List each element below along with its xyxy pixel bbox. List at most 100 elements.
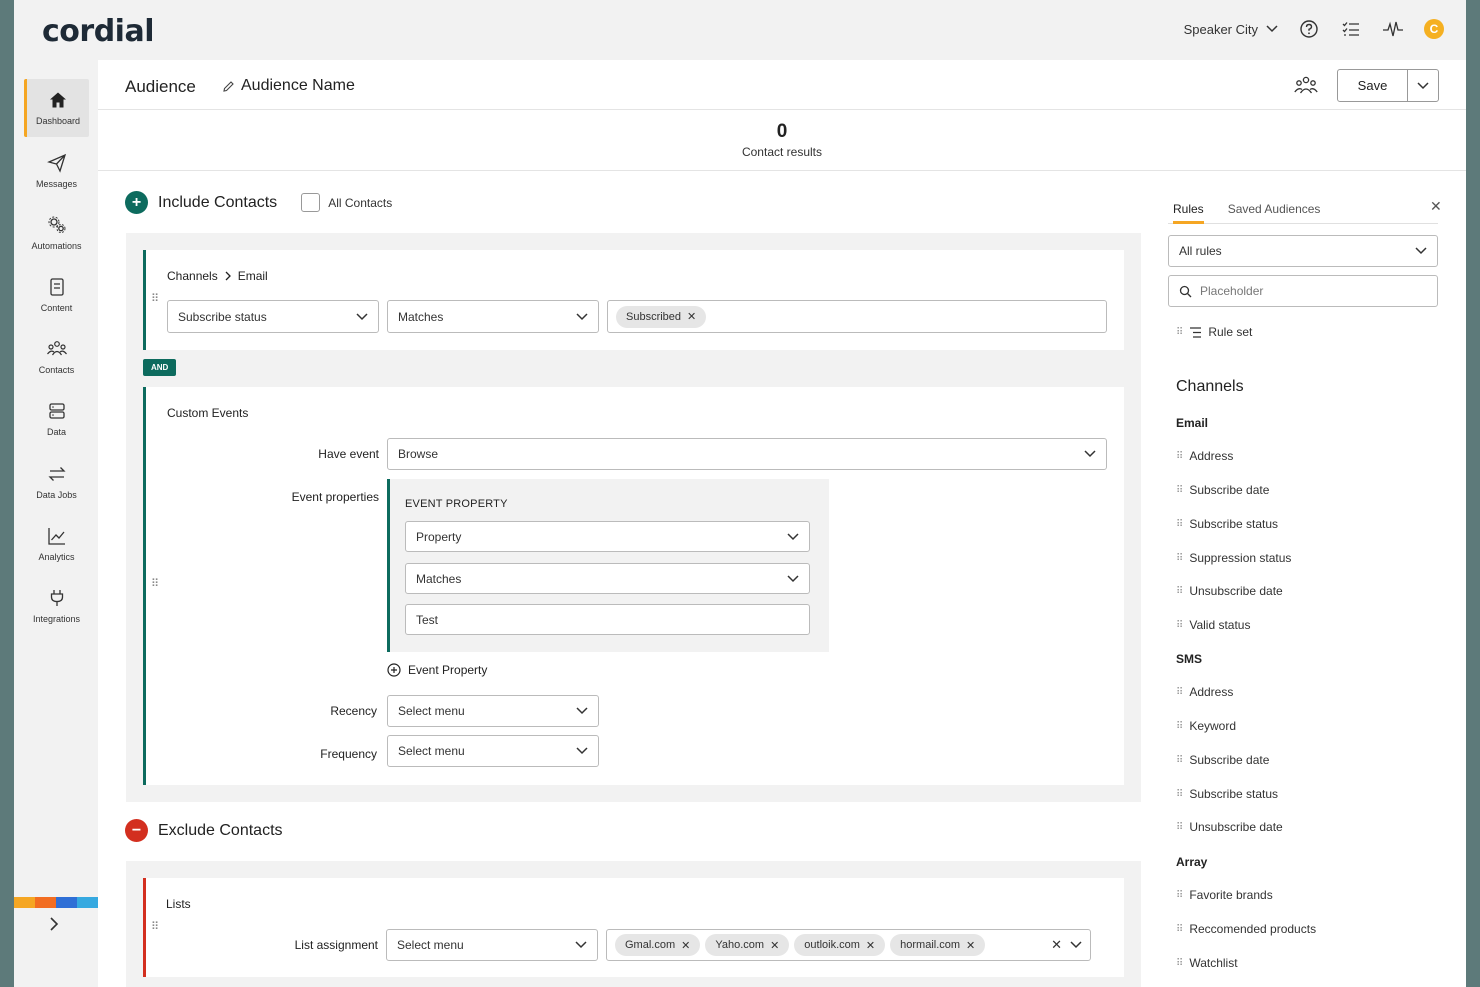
drag-handle-icon[interactable]: ⠿	[151, 294, 159, 305]
chevron-right-icon	[225, 271, 231, 281]
account-name: Speaker City	[1183, 21, 1258, 37]
sidebar-item-contacts[interactable]: Contacts	[24, 328, 89, 386]
chevron-down-icon	[787, 532, 799, 540]
audience-name-editor[interactable]: Audience Name	[222, 77, 355, 95]
list-values-input[interactable]: Gmal.com ✕ Yaho.com ✕ outloik.com ✕ hormail…	[606, 929, 1091, 961]
rule-item[interactable]: ⠿ Valid status	[1176, 618, 1250, 632]
rule-item[interactable]: ⠿ Subscribe status	[1176, 787, 1278, 801]
remove-chip-icon[interactable]: ✕	[770, 939, 779, 952]
rule-item[interactable]: ⠿ Subscribe date	[1176, 483, 1269, 497]
sidebar: Dashboard Messages Automations Content C…	[14, 60, 98, 987]
sidebar-expand-icon[interactable]	[48, 915, 60, 936]
operator-select[interactable]: Matches	[387, 300, 599, 333]
rule-item[interactable]: ⠿ Watchlist	[1176, 956, 1238, 970]
sidebar-item-data-jobs[interactable]: Data Jobs	[24, 453, 89, 511]
rules-filter-select[interactable]: All rules	[1168, 235, 1438, 267]
nav-label: Contacts	[38, 365, 75, 375]
and-connector-badge[interactable]: AND	[143, 359, 177, 376]
breadcrumb-child: Email	[237, 269, 268, 283]
drag-handle-icon[interactable]: ⠿	[151, 922, 159, 933]
audience-people-icon[interactable]	[1294, 75, 1318, 100]
rule-item[interactable]: ⠿ Keyword	[1176, 719, 1236, 733]
property-operator-select[interactable]: Matches	[405, 563, 810, 594]
save-options-button[interactable]	[1408, 70, 1438, 101]
remove-chip-icon[interactable]: ✕	[681, 939, 690, 952]
rules-search-input[interactable]: Placeholder	[1168, 275, 1438, 307]
sidebar-item-analytics[interactable]: Analytics	[24, 515, 89, 573]
drag-handle-icon: ⠿	[1176, 450, 1184, 462]
task-list-icon[interactable]	[1340, 18, 1362, 40]
property-select-value: Property	[416, 529, 462, 544]
add-event-property-button[interactable]: Event Property	[387, 663, 487, 677]
remove-chip-icon[interactable]: ✕	[687, 310, 696, 323]
brand-stripe-segment	[77, 897, 98, 908]
recency-select[interactable]: Select menu	[387, 695, 599, 727]
chevron-down-icon	[576, 312, 588, 320]
rule-item[interactable]: ⠿ Unsubscribe date	[1176, 820, 1283, 834]
sidebar-item-automations[interactable]: Automations	[24, 204, 89, 262]
checkbox-box[interactable]	[301, 193, 321, 212]
rule-item-label: Suppression status	[1189, 551, 1292, 565]
remove-chip-icon[interactable]: ✕	[866, 939, 875, 952]
chip-label: outloik.com	[804, 939, 860, 951]
sidebar-item-messages[interactable]: Messages	[24, 142, 89, 200]
search-placeholder: Placeholder	[1200, 284, 1264, 298]
rule-item[interactable]: ⠿ Suppression status	[1176, 551, 1291, 565]
frequency-label: Frequency	[320, 747, 377, 761]
activity-icon[interactable]	[1382, 18, 1404, 40]
tab-rules[interactable]: Rules	[1173, 190, 1204, 224]
all-contacts-checkbox[interactable]: All Contacts	[301, 193, 392, 212]
avatar[interactable]: C	[1424, 19, 1444, 39]
frequency-select[interactable]: Select menu	[387, 735, 599, 767]
add-event-property-label: Event Property	[408, 663, 488, 677]
cordial-logo[interactable]: cordial	[42, 14, 154, 49]
tab-saved-audiences[interactable]: Saved Audiences	[1228, 190, 1321, 224]
property-select[interactable]: Property	[405, 521, 810, 552]
sidebar-item-dashboard[interactable]: Dashboard	[24, 79, 89, 137]
help-icon[interactable]	[1298, 18, 1320, 40]
value-chips-input[interactable]: Subscribed ✕	[607, 300, 1107, 333]
remove-chip-icon[interactable]: ✕	[966, 939, 975, 952]
chevron-down-icon	[575, 941, 587, 949]
custom-events-rule-card: ⠿ Custom Events Have event Browse Event …	[143, 387, 1124, 785]
event-property-heading: EVENT PROPERTY	[405, 498, 508, 510]
save-button[interactable]: Save	[1338, 70, 1408, 101]
include-contacts-header: + Include Contacts All Contacts	[125, 191, 392, 214]
nav-label: Integrations	[32, 614, 81, 624]
account-switcher[interactable]: Speaker City	[1184, 22, 1278, 37]
rule-item[interactable]: ⠿ Address	[1176, 449, 1233, 463]
audience-name: Audience Name	[241, 77, 355, 94]
chevron-down-icon[interactable]	[1070, 941, 1082, 949]
rule-item[interactable]: ⠿ Favorite brands	[1176, 888, 1273, 902]
drag-handle-icon: ⠿	[1176, 720, 1184, 732]
rule-item-label: Subscribe date	[1189, 483, 1270, 497]
rule-item[interactable]: ⠿ Address	[1176, 685, 1233, 699]
field-select[interactable]: Subscribe status	[167, 300, 379, 333]
value-chip: Yaho.com ✕	[705, 934, 790, 956]
sidebar-item-content[interactable]: Content	[24, 266, 89, 324]
plus-circle-icon[interactable]: +	[125, 191, 148, 214]
sidebar-item-integrations[interactable]: Integrations	[24, 577, 89, 635]
rule-item[interactable]: ⠿ Subscribe status	[1176, 517, 1278, 531]
plus-circle-icon	[387, 663, 401, 677]
brand-stripe	[14, 897, 98, 908]
contact-results: 0 Contact results	[98, 110, 1466, 171]
close-icon[interactable]: ✕	[1430, 198, 1442, 215]
rule-item[interactable]: ⠿ Reccomended products	[1176, 922, 1316, 936]
clear-all-icon[interactable]: ✕	[1051, 937, 1062, 953]
rule-item-label: Subscribe status	[1189, 517, 1279, 531]
chip-label: Gmal.com	[625, 939, 676, 951]
chevron-down-icon	[1084, 450, 1096, 458]
property-value-input[interactable]: Test	[405, 604, 810, 635]
drag-handle-icon[interactable]: ⠿	[151, 579, 159, 590]
have-event-select[interactable]: Browse	[387, 438, 1107, 470]
minus-circle-icon[interactable]: −	[125, 819, 148, 842]
rule-item-label: Address	[1189, 449, 1234, 463]
rule-item[interactable]: ⠿ Subscribe date	[1176, 753, 1269, 767]
nav-label: Data Jobs	[36, 490, 77, 500]
sidebar-item-data[interactable]: Data	[24, 390, 89, 448]
rule-item[interactable]: ⠿ Unsubscribe date	[1176, 584, 1283, 598]
list-assignment-select[interactable]: Select menu	[386, 929, 598, 961]
rule-set-item[interactable]: ⠿ Rule set	[1176, 325, 1252, 339]
have-event-value: Browse	[398, 447, 439, 461]
